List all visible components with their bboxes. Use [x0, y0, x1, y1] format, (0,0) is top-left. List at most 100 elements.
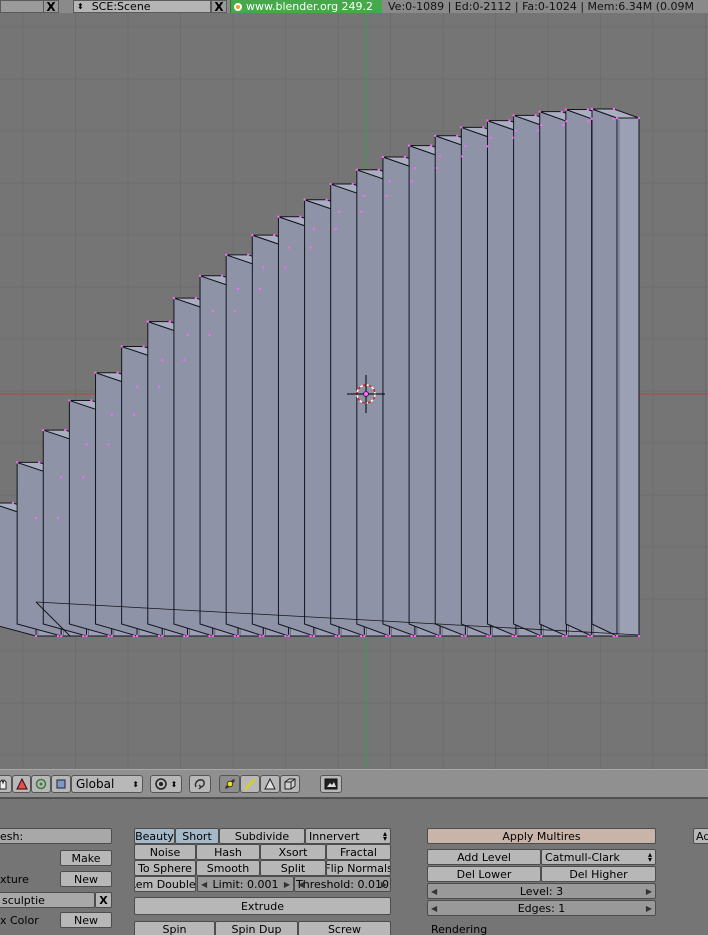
split-button[interactable]: Split [260, 860, 326, 876]
vertex-point [85, 443, 88, 446]
texture-name-field[interactable]: sculptie [0, 892, 95, 908]
short-toggle[interactable]: Short [175, 828, 219, 844]
vertex-point [460, 634, 464, 638]
vertex-point [334, 634, 338, 638]
edges-slider[interactable]: ◀ Edges: 1 ▶ [427, 900, 656, 916]
vertex-point [486, 119, 489, 122]
vertex-point [456, 134, 459, 137]
3d-view-header: Global ⬍ ⬍ [0, 769, 708, 798]
face-select-mode-icon[interactable] [260, 775, 280, 793]
xsort-button[interactable]: Xsort [260, 844, 326, 860]
vertex-point [438, 634, 442, 638]
fractal-button[interactable]: Fractal [326, 844, 391, 860]
render-preview-icon[interactable] [320, 775, 342, 793]
vertex-point [42, 428, 45, 432]
edge-select-mode-icon[interactable] [240, 775, 260, 793]
vertex-point [246, 253, 250, 257]
smooth-button[interactable]: Smooth [196, 860, 260, 876]
vertex-point [60, 634, 63, 638]
vertex-point [587, 119, 590, 123]
vertex-point [363, 634, 366, 638]
slab-side-face [460, 126, 492, 637]
vertex-point [224, 253, 228, 257]
vertex-select-mode-icon[interactable] [219, 775, 240, 793]
vertex-point [120, 345, 123, 348]
hash-button[interactable]: Hash [196, 844, 260, 860]
viewport-canvas[interactable] [0, 13, 708, 769]
new-vertex-color-button[interactable]: New [60, 912, 112, 928]
vertex-point [284, 266, 287, 269]
vertex-point [413, 634, 417, 638]
clear-texture-button[interactable]: X [95, 892, 112, 908]
subdivide-button[interactable]: Subdivide [219, 828, 305, 844]
vertex-point [157, 385, 161, 388]
screw-button[interactable]: Screw [298, 921, 391, 935]
spin-button[interactable]: Spin [134, 921, 215, 935]
vertex-point [464, 145, 467, 148]
remove-doubles-button[interactable]: Rem Doubles [134, 876, 196, 892]
vertex-point [208, 333, 211, 337]
noise-button[interactable]: Noise [134, 844, 196, 860]
flip-normals-button[interactable]: Flip Normals [326, 860, 391, 876]
beauty-toggle[interactable]: Beauty [134, 828, 175, 844]
blender-url-link[interactable]: www.blender.org 249.2 [230, 0, 382, 13]
vertex-point [514, 129, 518, 132]
mesh-name-field[interactable]: esh: [0, 828, 112, 844]
hand-icon[interactable] [0, 775, 12, 793]
limit-slider[interactable]: ◀ Limit: 0.001 ▶ [197, 876, 294, 892]
level-slider[interactable]: ◀ Level: 3 ▶ [427, 883, 656, 899]
del-lower-button[interactable]: Del Lower [427, 866, 541, 882]
vertex-point [359, 210, 363, 213]
vertex-point [565, 634, 568, 638]
spin-dup-button[interactable]: Spin Dup [215, 921, 298, 935]
vertex-point [464, 634, 467, 638]
pivot-point-select[interactable]: ⬍ [150, 775, 182, 793]
vertex-point [434, 134, 437, 137]
buttons-window: esh: Make xture New sculptie X x Color N… [0, 798, 708, 935]
vertex-point [277, 215, 280, 218]
vertex-point [56, 634, 60, 638]
vertex-point [198, 274, 202, 278]
manipulator-toggle-icon[interactable] [189, 775, 211, 793]
vertex-point [637, 634, 641, 638]
del-higher-button[interactable]: Del Higher [541, 866, 656, 882]
vertex-point [586, 108, 590, 111]
dropdown-arrow-icon: ▴ ▾ [382, 829, 387, 843]
vertex-point [34, 634, 38, 638]
close-screen-button[interactable]: X [43, 0, 59, 13]
vertex-point [183, 358, 186, 362]
apply-multires-button[interactable]: Apply Multires [427, 828, 656, 844]
innervert-menu[interactable]: Innervert ▴ ▾ [305, 828, 391, 844]
vertex-point [565, 119, 568, 123]
vertex-point [262, 634, 265, 638]
level-value: Level: 3 [519, 884, 564, 898]
make-button[interactable]: Make [60, 850, 112, 866]
limit-value: Limit: 0.001 [212, 877, 279, 891]
threshold-slider[interactable]: ◀ Threshold: 0.010 ▶ [294, 876, 391, 892]
vertex-point [82, 634, 85, 638]
vertex-point [536, 129, 540, 132]
transform-orientation-select[interactable]: Global ⬍ [71, 775, 143, 793]
delete-scene-button[interactable]: X [211, 0, 227, 13]
vertex-point [299, 215, 302, 218]
extrude-button[interactable]: Extrude [134, 897, 391, 915]
vertex-point [168, 320, 171, 323]
proportional-edit-icon[interactable] [31, 775, 51, 793]
solid-draw-icon[interactable] [51, 775, 71, 793]
face-select-mode-icon[interactable] [12, 775, 31, 793]
add-modifier-button[interactable]: Ad [693, 828, 708, 844]
to-sphere-button[interactable]: To Sphere [134, 860, 196, 876]
new-texture-button[interactable]: New [60, 871, 112, 887]
3d-viewport[interactable] [0, 13, 708, 769]
vertex-point [429, 144, 433, 147]
vertex-point [489, 136, 492, 139]
vertex-point [388, 179, 391, 183]
scene-stats: Ve:0-1089 | Ed:0-2112 | Fa:0-1024 | Mem:… [388, 0, 694, 13]
occlude-background-icon[interactable] [280, 775, 300, 793]
add-level-button[interactable]: Add Level [427, 849, 541, 865]
subdivision-type-menu[interactable]: Catmull-Clark ▴ ▾ [541, 849, 656, 865]
scene-selector[interactable]: ⬍ SCE:Scene [73, 0, 211, 13]
arrow-right-icon: ▶ [645, 887, 652, 896]
vertex-point [146, 320, 149, 323]
vertex-point [337, 634, 341, 638]
